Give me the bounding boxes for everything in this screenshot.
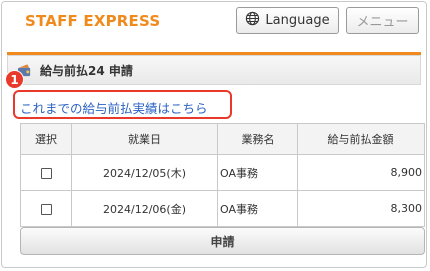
- column-header-amount: 給与前払金額: [297, 123, 425, 155]
- annotation-badge: 1: [5, 70, 24, 89]
- table-header-row: 選択 就業日 業務名 給与前払金額: [20, 123, 425, 155]
- page-title-bar: 給与前払24 申請: [7, 55, 421, 85]
- brand-logo[interactable]: STAFF EXPRESS: [25, 12, 160, 30]
- top-header: STAFF EXPRESS Language メニュー: [2, 2, 426, 40]
- advance-table: 選択 就業日 業務名 給与前払金額 2024/12/05(木) OA事務 8,9…: [20, 123, 425, 227]
- job-name: OA事務: [217, 154, 298, 191]
- table-row: 2024/12/06(金) OA事務 8,300: [20, 190, 425, 227]
- menu-button[interactable]: メニュー: [346, 7, 419, 34]
- history-link[interactable]: これまでの給与前払実績はこちら: [20, 98, 208, 117]
- row-select-cell: [20, 190, 72, 227]
- globe-icon: [245, 11, 260, 30]
- column-header-select: 選択: [20, 123, 72, 155]
- advance-amount: 8,300: [297, 190, 425, 227]
- table-row: 2024/12/05(木) OA事務 8,900: [20, 154, 425, 191]
- row-checkbox[interactable]: [40, 167, 52, 179]
- language-button[interactable]: Language: [236, 7, 339, 34]
- row-select-cell: [20, 154, 72, 191]
- submit-button[interactable]: 申請: [20, 227, 425, 255]
- work-date: 2024/12/06(金): [71, 190, 218, 227]
- job-name: OA事務: [217, 190, 298, 227]
- language-label: Language: [265, 13, 330, 28]
- work-date: 2024/12/05(木): [71, 154, 218, 191]
- page-title: 給与前払24 申請: [40, 63, 133, 78]
- column-header-job: 業務名: [217, 123, 298, 155]
- column-header-date: 就業日: [71, 123, 218, 155]
- advance-amount: 8,900: [297, 154, 425, 191]
- app-window: STAFF EXPRESS Language メニュー 給与前払24 申請 1 …: [1, 1, 427, 268]
- row-checkbox[interactable]: [40, 203, 52, 215]
